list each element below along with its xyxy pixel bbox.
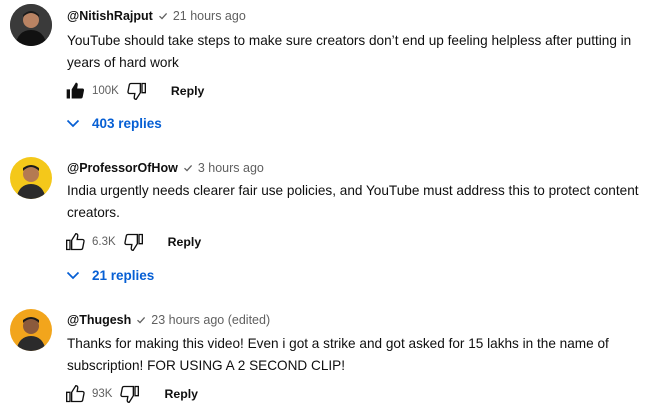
avatar[interactable] [10,4,52,46]
comment-header: @Thugesh 23 hours ago (edited) [67,313,270,327]
thumbs-down-icon[interactable] [125,79,149,103]
comment-timestamp[interactable]: 21 hours ago [173,9,246,23]
reply-button[interactable]: Reply [168,235,202,249]
chevron-down-icon [66,118,80,128]
thumbs-up-icon[interactable] [63,382,87,406]
like-count: 6.3K [92,236,116,248]
comment-text: Thanks for making this video! Even i got… [67,336,609,373]
replies-count-label: 21 replies [92,267,155,283]
comment-text: India urgently needs clearer fair use po… [67,183,639,220]
like-count: 93K [92,388,113,400]
comment: @Thugesh 23 hours ago (edited) Thanks fo… [0,302,664,415]
comment-actions: 93K Reply [63,379,198,409]
channel-handle[interactable]: @ProfessorOfHow [67,161,178,175]
reply-button[interactable]: Reply [164,387,198,401]
avatar[interactable] [10,309,52,351]
chevron-down-icon [66,270,80,280]
verified-check-icon [183,163,193,173]
replies-count-label: 403 replies [92,115,162,131]
verified-check-icon [158,11,168,21]
comment-actions: 100K Reply [63,76,204,106]
comment-actions: 6.3K Reply [63,227,201,257]
thumbs-up-icon[interactable] [63,230,87,254]
comment-text: YouTube should take steps to make sure c… [67,33,632,70]
comment-header: @NitishRajput 21 hours ago [67,9,246,23]
thumbs-down-icon[interactable] [122,230,146,254]
channel-handle[interactable]: @NitishRajput [67,9,153,23]
comment: @ProfessorOfHow 3 hours ago India urgent… [0,150,664,295]
comment-timestamp[interactable]: 3 hours ago [198,161,264,175]
view-replies-button[interactable]: 21 replies [66,261,154,289]
verified-check-icon [136,315,146,325]
comment: @NitishRajput 21 hours ago YouTube shoul… [0,0,664,145]
avatar[interactable] [10,157,52,199]
view-replies-button[interactable]: 403 replies [66,109,162,137]
like-count: 100K [92,85,119,97]
channel-handle[interactable]: @Thugesh [67,313,131,327]
reply-button[interactable]: Reply [171,84,205,98]
comment-timestamp[interactable]: 23 hours ago (edited) [151,313,270,327]
comment-header: @ProfessorOfHow 3 hours ago [67,161,264,175]
thumbs-down-icon[interactable] [118,382,142,406]
thumbs-up-icon[interactable] [63,79,87,103]
